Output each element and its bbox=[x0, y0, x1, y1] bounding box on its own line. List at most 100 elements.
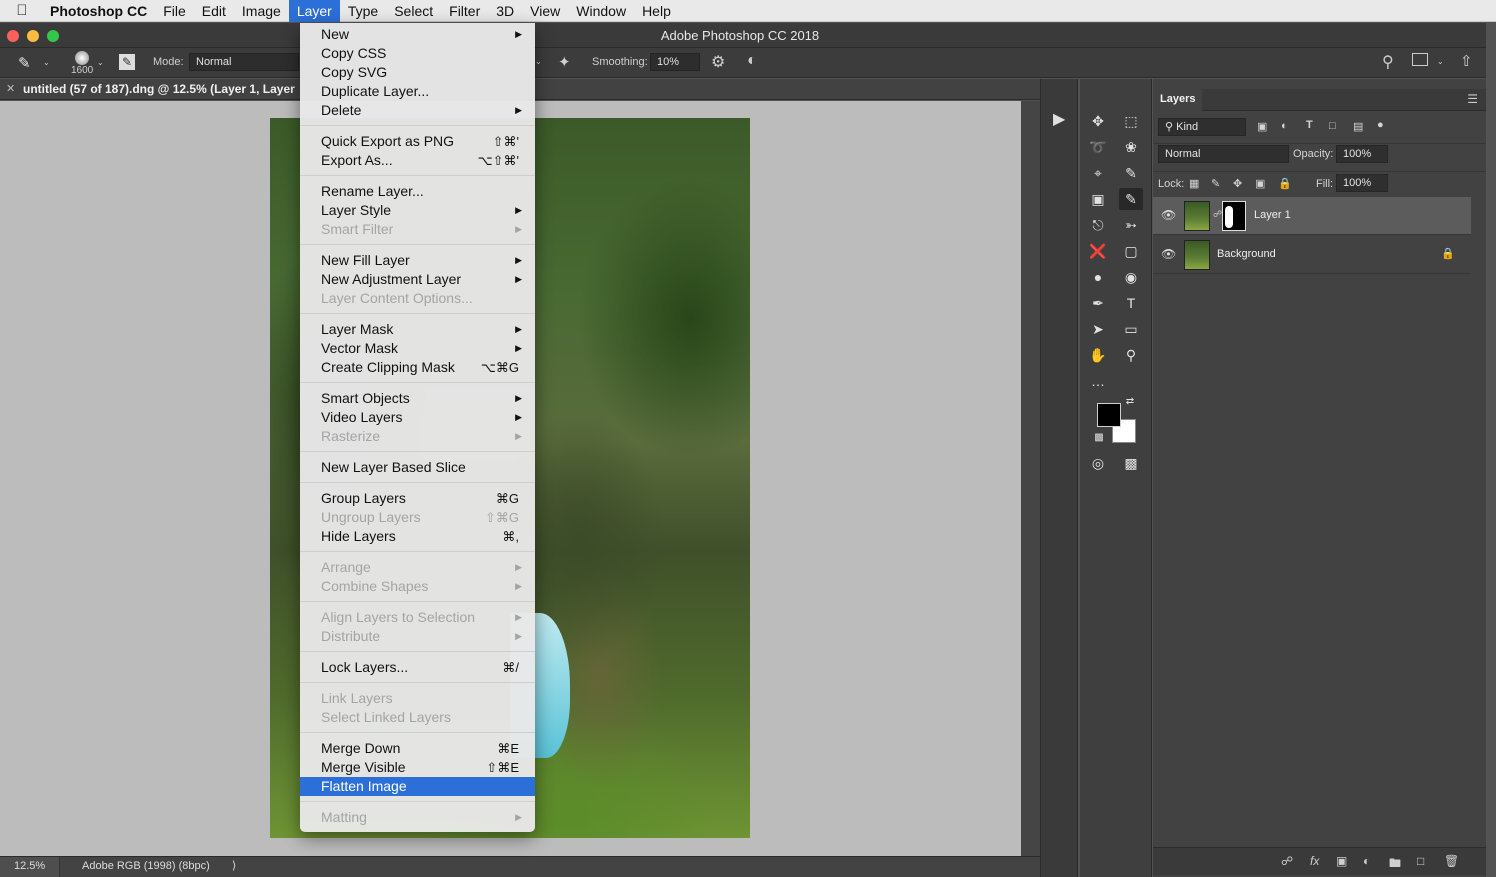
menu-item-quick-export-as-png[interactable]: Quick Export as PNG ⇧⌘' bbox=[300, 132, 535, 151]
layer-mask-thumbnail[interactable] bbox=[1222, 201, 1246, 231]
type-tool-icon[interactable]: T bbox=[1119, 292, 1143, 314]
blend-mode-select[interactable]: Normal bbox=[1158, 145, 1289, 163]
menu-item-new-fill-layer[interactable]: New Fill Layer ▶ bbox=[300, 251, 535, 270]
close-window-button[interactable] bbox=[7, 30, 19, 42]
menu-item-group-layers[interactable]: Group Layers ⌘G bbox=[300, 489, 535, 508]
filter-pixel-icon[interactable]: ▣ bbox=[1257, 120, 1267, 133]
mode-select[interactable]: Normal bbox=[189, 53, 299, 71]
layer-row-background[interactable]: 👁 Background 🔒 bbox=[1153, 236, 1471, 274]
filter-shape-icon[interactable]: □ bbox=[1329, 120, 1336, 132]
adjustment-layer-icon[interactable]: ◐ bbox=[1363, 854, 1370, 868]
filter-adjustment-icon[interactable]: ◐ bbox=[1281, 120, 1288, 132]
lock-transparent-icon[interactable]: ▦ bbox=[1189, 177, 1199, 190]
menu-item-hide-layers[interactable]: Hide Layers ⌘, bbox=[300, 527, 535, 546]
menu-view[interactable]: View bbox=[522, 0, 568, 22]
close-tab-icon[interactable]: ✕ bbox=[6, 82, 15, 95]
menu-file[interactable]: File bbox=[155, 0, 194, 22]
default-colors-icon[interactable]: ▩ bbox=[1091, 430, 1107, 446]
eyedropper-tool-icon[interactable]: ✎ bbox=[1119, 162, 1143, 184]
layer-name[interactable]: Background bbox=[1217, 248, 1276, 260]
mask-link-icon[interactable]: ☍ bbox=[1213, 209, 1222, 220]
menu-item-duplicate-layer[interactable]: Duplicate Layer... bbox=[300, 82, 535, 101]
brush-picker-chevron-icon[interactable]: ⌄ bbox=[97, 58, 104, 67]
menu-edit[interactable]: Edit bbox=[194, 0, 234, 22]
gear-icon[interactable]: ⚙ bbox=[711, 52, 725, 72]
menu-item-merge-down[interactable]: Merge Down ⌘E bbox=[300, 739, 535, 758]
zoom-window-button[interactable] bbox=[47, 30, 59, 42]
menu-item-layer-style[interactable]: Layer Style ▶ bbox=[300, 201, 535, 220]
eraser-tool-icon[interactable]: ❌ bbox=[1086, 240, 1110, 262]
trash-icon[interactable]: 🗑 bbox=[1444, 854, 1459, 868]
stamp-tool-icon[interactable]: ⎋ bbox=[1086, 214, 1110, 236]
menu-layer[interactable]: Layer bbox=[288, 0, 340, 22]
vertical-scrollbar[interactable] bbox=[1021, 101, 1040, 856]
tab-layers[interactable]: Layers bbox=[1153, 89, 1203, 111]
menu-item-create-clipping-mask[interactable]: Create Clipping Mask ⌥⌘G bbox=[300, 358, 535, 377]
more-tools-icon[interactable]: … bbox=[1086, 370, 1110, 392]
share-icon[interactable]: ⇧ bbox=[1460, 52, 1473, 70]
menu-type[interactable]: Type bbox=[340, 0, 386, 22]
actions-play-icon[interactable]: ▶ bbox=[1053, 109, 1065, 129]
menu-select[interactable]: Select bbox=[386, 0, 441, 22]
menu-item-smart-objects[interactable]: Smart Objects ▶ bbox=[300, 389, 535, 408]
path-select-tool-icon[interactable]: ➤ bbox=[1086, 318, 1110, 340]
smoothing-select[interactable]: 10% bbox=[650, 53, 700, 71]
screen-mode-icon[interactable]: ▩ bbox=[1119, 452, 1143, 474]
lock-position-icon[interactable]: ✥ bbox=[1233, 177, 1242, 190]
fill-field[interactable]: 100% bbox=[1336, 174, 1388, 192]
lasso-tool-icon[interactable]: ➰ bbox=[1086, 136, 1110, 158]
menu-item-copy-css[interactable]: Copy CSS bbox=[300, 44, 535, 63]
brush-tip-icon[interactable] bbox=[75, 51, 89, 65]
zoom-level[interactable]: 12.5% bbox=[0, 857, 60, 877]
menu-item-new-layer-based-slice[interactable]: New Layer Based Slice bbox=[300, 458, 535, 477]
new-group-icon[interactable]: 🖿 bbox=[1389, 854, 1401, 875]
lock-artboard-icon[interactable]: ▣ bbox=[1255, 177, 1265, 190]
blur-tool-icon[interactable]: ● bbox=[1086, 266, 1110, 288]
history-brush-tool-icon[interactable]: ➳ bbox=[1119, 214, 1143, 236]
workspace-icon[interactable] bbox=[1412, 53, 1428, 66]
menu-window[interactable]: Window bbox=[568, 0, 634, 22]
menu-item-rename-layer[interactable]: Rename Layer... bbox=[300, 182, 535, 201]
marquee-tool-icon[interactable]: ⬚ bbox=[1119, 110, 1143, 132]
menu-filter[interactable]: Filter bbox=[441, 0, 488, 22]
hand-tool-icon[interactable]: ✋ bbox=[1086, 344, 1110, 366]
menu-item-merge-visible[interactable]: Merge Visible ⇧⌘E bbox=[300, 758, 535, 777]
swap-colors-icon[interactable]: ⇄ bbox=[1122, 394, 1138, 410]
pressure-icon[interactable]: ◐ bbox=[747, 52, 757, 70]
menu-item-new-adjustment-layer[interactable]: New Adjustment Layer ▶ bbox=[300, 270, 535, 289]
brush-tool-selected-icon[interactable]: ✎ bbox=[1119, 188, 1143, 210]
search-icon[interactable]: ⚲ bbox=[1382, 52, 1394, 72]
pen-tool-icon[interactable]: ✒ bbox=[1086, 292, 1110, 314]
layer-row-layer-1[interactable]: 👁 ☍ Layer 1 bbox=[1153, 197, 1471, 235]
menu-image[interactable]: Image bbox=[234, 0, 289, 22]
frame-tool-icon[interactable]: ▣ bbox=[1086, 188, 1110, 210]
layer-lock-icon[interactable]: 🔒 bbox=[1441, 247, 1455, 260]
opacity-field[interactable]: 100% bbox=[1336, 145, 1388, 163]
flow-chevron-icon[interactable]: ⌄ bbox=[535, 57, 542, 66]
menu-item-video-layers[interactable]: Video Layers ▶ bbox=[300, 408, 535, 427]
brush-tool-icon[interactable]: ✎ bbox=[18, 54, 31, 72]
visibility-eye-icon[interactable]: 👁 bbox=[1161, 247, 1176, 261]
menu-item-layer-mask[interactable]: Layer Mask ▶ bbox=[300, 320, 535, 339]
minimize-window-button[interactable] bbox=[27, 30, 39, 42]
menu-item-lock-layers[interactable]: Lock Layers... ⌘/ bbox=[300, 658, 535, 677]
menu-3d[interactable]: 3D bbox=[488, 0, 522, 22]
filter-smart-object-icon[interactable]: ▤ bbox=[1353, 120, 1363, 133]
menu-item-vector-mask[interactable]: Vector Mask ▶ bbox=[300, 339, 535, 358]
workspace-chevron-icon[interactable]: ⌄ bbox=[1437, 57, 1444, 66]
filter-type-icon[interactable]: T bbox=[1306, 119, 1313, 131]
rectangle-tool-icon[interactable]: ▭ bbox=[1119, 318, 1143, 340]
apple-icon[interactable]:  bbox=[0, 2, 44, 19]
quick-select-tool-icon[interactable]: ❀ bbox=[1119, 136, 1143, 158]
menu-item-copy-svg[interactable]: Copy SVG bbox=[300, 63, 535, 82]
crop-tool-icon[interactable]: ⌖ bbox=[1086, 162, 1110, 184]
status-menu-arrow-icon[interactable]: ⟩ bbox=[232, 859, 236, 872]
menu-item-flatten-image[interactable]: Flatten Image bbox=[300, 777, 535, 796]
quick-mask-icon[interactable]: ◎ bbox=[1086, 452, 1110, 474]
airbrush-icon[interactable]: ✦ bbox=[558, 53, 571, 71]
filter-toggle-icon[interactable]: ● bbox=[1377, 119, 1384, 131]
link-layers-icon[interactable]: ☍ bbox=[1281, 854, 1293, 868]
fx-icon[interactable]: fx bbox=[1310, 854, 1319, 868]
visibility-eye-icon[interactable]: 👁 bbox=[1161, 208, 1176, 222]
menu-app-name[interactable]: Photoshop CC bbox=[44, 0, 155, 22]
